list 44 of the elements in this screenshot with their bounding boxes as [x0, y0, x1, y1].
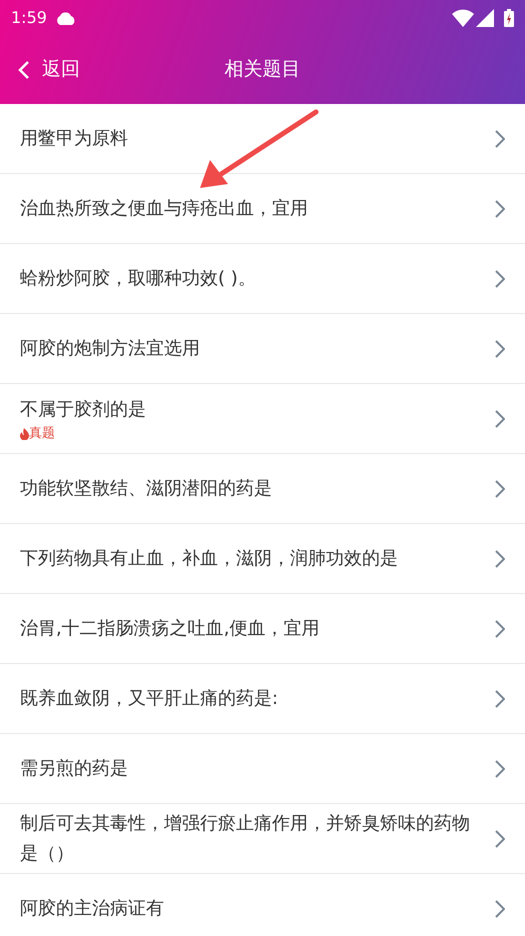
question-item[interactable]: 制后可去其毒性，增强行瘀止痛作用，并矫臭矫味的药物是（）	[0, 804, 525, 874]
exam-tag: 真题	[20, 424, 475, 442]
chevron-right-icon	[495, 830, 505, 848]
question-text: 阿胶的主治病证有	[20, 896, 165, 920]
back-button[interactable]: 返回	[0, 55, 80, 84]
question-text: 下列药物具有止血，补血，滋阴，润肺功效的是	[20, 546, 399, 570]
cloud-icon	[54, 10, 77, 24]
question-item[interactable]: 既养血敛阴，又平肝止痛的药是:	[0, 664, 525, 734]
question-text: 功能软坚散结、滋阴潜阳的药是	[20, 476, 273, 500]
chevron-right-icon	[495, 130, 505, 148]
question-text: 既养血敛阴，又平肝止痛的药是:	[20, 686, 280, 710]
question-text: 制后可去其毒性，增强行瘀止痛作用，并矫臭矫味的药物是（）	[20, 812, 471, 866]
question-text: 治血热所致之便血与痔疮出血，宜用	[20, 196, 309, 220]
chevron-right-icon	[495, 480, 505, 498]
question-item[interactable]: 蛤粉炒阿胶，取哪种功效( )。	[0, 244, 525, 314]
question-text: 用鳖甲为原料	[20, 126, 129, 150]
question-text: 蛤粉炒阿胶，取哪种功效( )。	[20, 266, 257, 290]
chevron-right-icon	[495, 900, 505, 918]
signal-icon	[476, 8, 494, 26]
chevron-right-icon	[495, 760, 505, 778]
clock: 1:59	[11, 6, 47, 28]
question-item[interactable]: 不属于胶剂的是 真题	[0, 384, 525, 454]
question-text: 不属于胶剂的是	[20, 398, 147, 422]
chevron-right-icon	[495, 200, 505, 218]
question-text: 阿胶的炮制方法宜选用	[20, 336, 201, 360]
question-text: 治胃,十二指肠溃疡之吐血,便血，宜用	[20, 616, 320, 640]
page-title: 相关题目	[224, 57, 300, 82]
chevron-left-icon	[18, 60, 30, 80]
wifi-icon	[452, 8, 474, 26]
flame-icon	[20, 428, 29, 440]
chevron-right-icon	[495, 550, 505, 568]
question-item[interactable]: 阿胶的炮制方法宜选用	[0, 314, 525, 384]
chevron-right-icon	[495, 270, 505, 288]
chevron-right-icon	[495, 690, 505, 708]
question-item[interactable]: 治胃,十二指肠溃疡之吐血,便血，宜用	[0, 594, 525, 664]
chevron-right-icon	[495, 340, 505, 358]
question-item[interactable]: 功能软坚散结、滋阴潜阳的药是	[0, 454, 525, 524]
question-item[interactable]: 需另煎的药是	[0, 734, 525, 804]
question-text: 需另煎的药是	[20, 756, 129, 780]
chevron-right-icon	[495, 620, 505, 638]
battery-icon	[504, 8, 514, 26]
chevron-right-icon	[495, 410, 505, 428]
question-item[interactable]: 阿胶的主治病证有	[0, 874, 525, 936]
question-item[interactable]: 下列药物具有止血，补血，滋阴，润肺功效的是	[0, 524, 525, 594]
